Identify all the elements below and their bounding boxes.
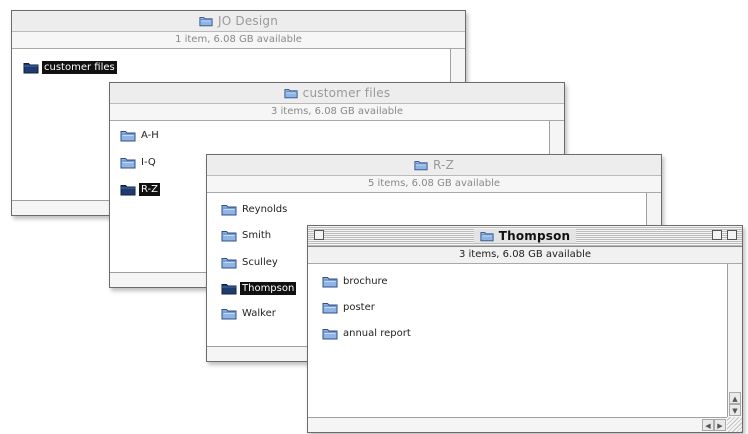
window-info-jo-design: 1 item, 6.08 GB available xyxy=(12,32,465,49)
folder-item-reynolds[interactable]: Reynolds xyxy=(221,203,289,216)
folder-icon xyxy=(322,327,338,340)
title-bar-jo-design[interactable]: JO Design xyxy=(12,11,465,32)
folder-item-smith[interactable]: Smith xyxy=(221,229,273,242)
folder-icon xyxy=(221,307,237,320)
window-title-r-z: R-Z xyxy=(432,158,454,172)
folder-icon xyxy=(480,230,494,242)
scroll-right-arrow-icon[interactable]: ▶ xyxy=(714,419,726,431)
folder-label: annual report xyxy=(343,328,411,339)
horizontal-scrollbar[interactable]: ◀ ▶ xyxy=(308,417,727,432)
folder-item-walker[interactable]: Walker xyxy=(221,307,278,320)
folder-icon xyxy=(120,129,136,142)
folder-label: Thompson xyxy=(240,282,297,295)
title-bar-customer-files[interactable]: customer files xyxy=(110,83,564,104)
window-title-customer-files: customer files xyxy=(302,86,391,100)
vertical-scrollbar[interactable]: ▲ ▼ xyxy=(727,264,742,417)
windowshade-box[interactable] xyxy=(727,230,737,240)
folder-label: customer files xyxy=(42,61,117,74)
folder-item-brochure[interactable]: brochure xyxy=(322,275,390,288)
open-folder-icon xyxy=(221,282,237,295)
folder-icon xyxy=(221,203,237,216)
folder-item-thompson[interactable]: Thompson xyxy=(221,282,297,295)
folder-icon xyxy=(199,15,213,27)
window-info-thompson: 3 items, 6.08 GB available xyxy=(308,247,742,264)
folder-item-customer-files[interactable]: customer files xyxy=(23,61,117,74)
folder-item-r-z[interactable]: R-Z xyxy=(120,183,161,196)
resize-grip-icon[interactable] xyxy=(727,417,742,432)
title-bar-thompson[interactable]: Thompson xyxy=(308,226,742,247)
folder-label: Reynolds xyxy=(242,204,288,215)
scroll-down-arrow-icon[interactable]: ▼ xyxy=(729,404,741,416)
folder-label: I-Q xyxy=(141,157,156,168)
window-info-r-z: 5 items, 6.08 GB available xyxy=(207,176,661,193)
open-folder-icon xyxy=(120,183,136,196)
window-thompson: Thompson 3 items, 6.08 GB available broc… xyxy=(307,225,743,433)
scroll-up-arrow-icon[interactable]: ▲ xyxy=(729,392,741,404)
window-content-thompson: brochure poster annual report xyxy=(308,264,727,417)
folder-icon xyxy=(221,229,237,242)
folder-label: A-H xyxy=(141,130,159,141)
folder-icon xyxy=(284,87,298,99)
folder-icon xyxy=(221,256,237,269)
folder-label: Sculley xyxy=(242,257,278,268)
folder-label: brochure xyxy=(343,276,388,287)
folder-icon xyxy=(322,301,338,314)
folder-label: Smith xyxy=(242,230,272,241)
folder-label: R-Z xyxy=(139,183,161,196)
folder-icon xyxy=(322,275,338,288)
folder-label: poster xyxy=(343,302,375,313)
window-title-thompson: Thompson xyxy=(498,229,571,243)
folder-item-a-h[interactable]: A-H xyxy=(120,129,161,142)
close-box[interactable] xyxy=(314,230,324,240)
folder-item-i-q[interactable]: I-Q xyxy=(120,156,158,169)
window-title-jo-design: JO Design xyxy=(217,14,279,28)
window-info-customer-files: 3 items, 6.08 GB available xyxy=(110,104,564,121)
folder-label: Walker xyxy=(242,308,276,319)
zoom-box[interactable] xyxy=(712,230,722,240)
title-bar-r-z[interactable]: R-Z xyxy=(207,155,661,176)
folder-item-annual-report[interactable]: annual report xyxy=(322,327,413,340)
folder-item-sculley[interactable]: Sculley xyxy=(221,256,280,269)
folder-item-poster[interactable]: poster xyxy=(322,301,377,314)
scroll-left-arrow-icon[interactable]: ◀ xyxy=(702,419,714,431)
folder-icon xyxy=(414,159,428,171)
folder-icon xyxy=(120,156,136,169)
open-folder-icon xyxy=(23,61,39,74)
